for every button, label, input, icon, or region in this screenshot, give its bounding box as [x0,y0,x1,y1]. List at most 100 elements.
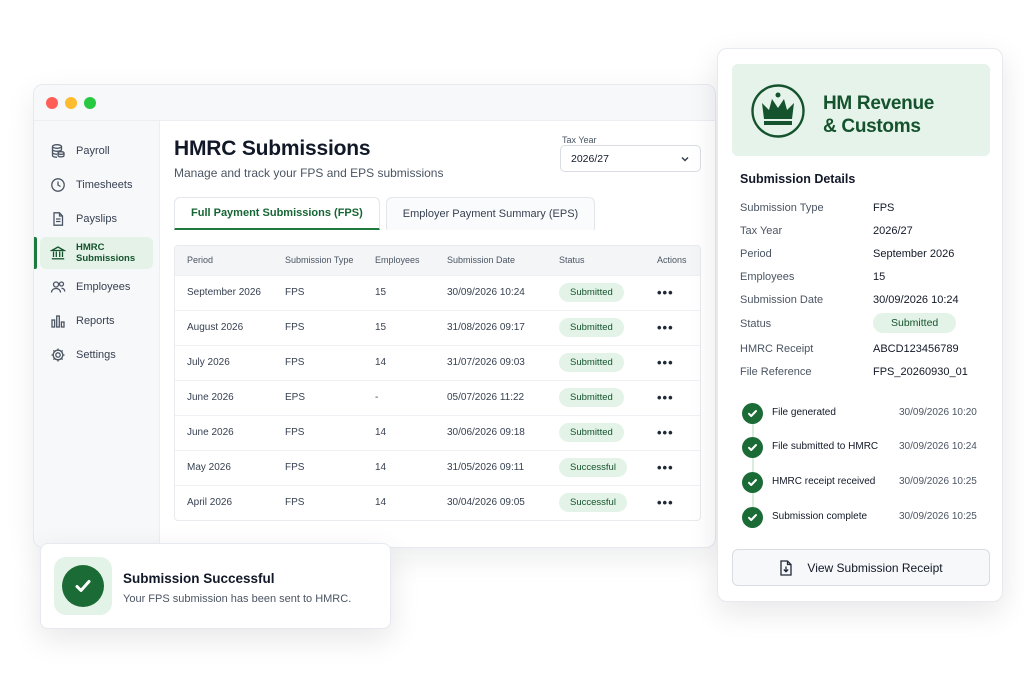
detail-value: 2026/27 [873,225,913,237]
sidebar-item-settings[interactable]: Settings [40,339,153,371]
detail-value: September 2026 [873,248,955,260]
cell-date: 05/07/2026 11:22 [435,379,547,415]
timeline-label: Submission complete [772,511,868,522]
sidebar-item-reports[interactable]: Reports [40,305,153,337]
cell-actions: ••• [645,379,700,415]
tab-eps[interactable]: Employer Payment Summary (EPS) [385,197,596,230]
table-row[interactable]: August 2026 FPS 15 31/08/2026 09:17 Subm… [175,309,700,345]
column-header-actions: Actions [645,246,700,275]
more-actions-icon[interactable]: ••• [657,495,674,510]
column-header-period[interactable]: Period [175,246,273,275]
more-actions-icon[interactable]: ••• [657,320,674,335]
column-header-submission-type[interactable]: Submission Type [273,246,363,275]
sidebar-item-label: Timesheets [76,179,133,191]
more-actions-icon[interactable]: ••• [657,425,674,440]
detail-key: HMRC Receipt [740,343,814,355]
timeline-step: File submitted to HMRC 30/09/2026 10:24 [740,435,986,459]
timeline-label: HMRC receipt received [772,476,876,487]
cell-actions: ••• [645,344,700,380]
cell-type: FPS [273,309,363,345]
cell-status: Successful [547,449,645,485]
more-actions-icon[interactable]: ••• [657,285,674,300]
cell-actions: ••• [645,309,700,345]
table-row[interactable]: June 2026 EPS - 05/07/2026 11:22 Submitt… [175,379,700,415]
tax-year-select[interactable]: 2026/27 [560,145,701,172]
status-badge: Submitted [559,388,624,407]
detail-key: File Reference [740,366,812,378]
timeline-time: 30/09/2026 10:20 [899,407,977,418]
bank-icon [50,245,66,261]
sidebar-item-label: Settings [76,349,116,361]
cell-type: FPS [273,344,363,380]
brand-line-2: & Customs [823,116,921,137]
submissions-table: Period Submission Type Employees Submiss… [174,245,701,521]
sidebar-item-label: HMRC Submissions [76,242,136,264]
timeline-label: File generated [772,407,836,418]
minimize-window-button[interactable] [65,96,77,109]
status-badge: Submitted [559,318,624,337]
submission-details-panel: HM Revenue & Customs Submission Details … [717,48,1003,602]
column-header-status[interactable]: Status [547,246,645,275]
column-header-employees[interactable]: Employees [363,246,435,275]
cell-status: Submitted [547,274,645,310]
sidebar-item-payslips[interactable]: Payslips [40,203,153,235]
sidebar-item-timesheets[interactable]: Timesheets [40,169,153,201]
toast-icon-container [54,557,112,615]
cell-date: 30/04/2026 09:05 [435,484,547,520]
sidebar-item-employees[interactable]: Employees [40,271,153,303]
check-circle-icon [742,472,763,493]
check-circle-icon [742,403,763,424]
cell-period: May 2026 [175,449,273,485]
timeline-time: 30/09/2026 10:25 [899,476,977,487]
column-header-submission-date[interactable]: Submission Date [435,246,547,275]
more-actions-icon[interactable]: ••• [657,390,674,405]
maximize-window-button[interactable] [84,96,96,109]
cell-status: Successful [547,484,645,520]
brand-name: HM Revenue & Customs [823,92,934,138]
detail-value: ABCD123456789 [873,343,959,355]
page-title: HMRC Submissions [174,137,371,160]
chevron-down-icon [681,156,689,162]
check-circle-icon [742,507,763,528]
table-row[interactable]: April 2026 FPS 14 30/04/2026 09:05 Succe… [175,484,700,520]
cell-actions: ••• [645,274,700,310]
cell-period: June 2026 [175,379,273,415]
cell-actions: ••• [645,414,700,450]
download-document-icon [779,559,793,576]
timeline-label: File submitted to HMRC [772,441,879,452]
cell-period: June 2026 [175,414,273,450]
cell-period: August 2026 [175,309,273,345]
cell-date: 30/06/2026 09:18 [435,414,547,450]
document-icon [50,211,66,227]
timeline-time: 30/09/2026 10:24 [899,441,977,452]
status-badge: Submitted [559,423,624,442]
timeline-step: File generated 30/09/2026 10:20 [740,401,986,425]
sidebar-item-payroll[interactable]: Payroll [40,135,153,167]
check-circle-icon [742,437,763,458]
cell-status: Submitted [547,309,645,345]
gear-icon [50,347,66,363]
table-row[interactable]: September 2026 FPS 15 30/09/2026 10:24 S… [175,274,700,310]
tab-fps[interactable]: Full Payment Submissions (FPS) [174,197,380,230]
more-actions-icon[interactable]: ••• [657,460,674,475]
users-icon [50,279,66,295]
cell-date: 31/07/2026 09:03 [435,344,547,380]
toast-message: Your FPS submission has been sent to HMR… [123,593,352,605]
cell-type: FPS [273,484,363,520]
table-row[interactable]: June 2026 FPS 14 30/06/2026 09:18 Submit… [175,414,700,450]
more-actions-icon[interactable]: ••• [657,355,674,370]
brand-line-1: HM Revenue [823,93,935,114]
tax-year-value: 2026/27 [571,152,609,165]
panel-title: Submission Details [740,172,856,186]
cell-type: FPS [273,414,363,450]
cell-period: July 2026 [175,344,273,380]
detail-key: Status [740,318,772,330]
cell-employees: - [363,379,435,415]
cell-type: FPS [273,449,363,485]
close-window-button[interactable] [46,96,58,109]
table-row[interactable]: May 2026 FPS 14 31/05/2026 09:11 Success… [175,449,700,485]
cell-status: Submitted [547,344,645,380]
table-row[interactable]: July 2026 FPS 14 31/07/2026 09:03 Submit… [175,344,700,380]
view-receipt-button[interactable]: View Submission Receipt [732,549,990,586]
sidebar-item-hmrc-submissions[interactable]: HMRC Submissions [40,237,153,269]
